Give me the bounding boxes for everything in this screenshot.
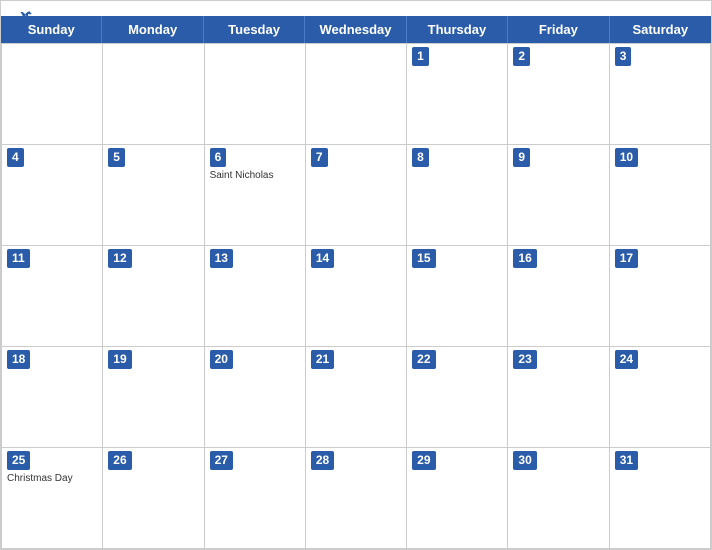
day-header-saturday: Saturday (610, 16, 711, 43)
day-number: 19 (108, 350, 131, 369)
day-cell: 25 Christmas Day (2, 448, 103, 549)
day-cell: 6 Saint Nicholas (205, 145, 306, 246)
day-number: 30 (513, 451, 536, 470)
day-cell: 0 (205, 44, 306, 145)
day-cell: 15 (407, 246, 508, 347)
day-cell: 14 (306, 246, 407, 347)
holiday-label: Saint Nicholas (210, 170, 300, 181)
day-cell: 10 (610, 145, 711, 246)
day-number: 16 (513, 249, 536, 268)
logo (16, 9, 34, 25)
day-cell: 28 (306, 448, 407, 549)
day-number: 27 (210, 451, 233, 470)
day-cell: 2 (508, 44, 609, 145)
day-number: 11 (7, 249, 30, 268)
day-number: 12 (108, 249, 131, 268)
calendar-grid: 0000123456Saint Nicholas7891011121314151… (1, 43, 711, 549)
day-number: 31 (615, 451, 638, 470)
day-number: 26 (108, 451, 131, 470)
day-cell: 18 (2, 347, 103, 448)
day-cell: 1 (407, 44, 508, 145)
day-number: 4 (7, 148, 24, 167)
day-number: 22 (412, 350, 435, 369)
day-headers-row: SundayMondayTuesdayWednesdayThursdayFrid… (1, 16, 711, 43)
day-cell: 29 (407, 448, 508, 549)
day-number: 1 (412, 47, 429, 66)
day-header-wednesday: Wednesday (305, 16, 406, 43)
day-number: 3 (615, 47, 632, 66)
day-number: 9 (513, 148, 530, 167)
day-number: 25 (7, 451, 30, 470)
day-cell: 19 (103, 347, 204, 448)
day-number: 18 (7, 350, 30, 369)
holiday-label: Christmas Day (7, 473, 97, 484)
day-cell: 27 (205, 448, 306, 549)
day-header-monday: Monday (102, 16, 203, 43)
day-cell: 4 (2, 145, 103, 246)
day-cell: 8 (407, 145, 508, 246)
day-number: 14 (311, 249, 334, 268)
day-cell: 24 (610, 347, 711, 448)
day-cell: 20 (205, 347, 306, 448)
day-number: 21 (311, 350, 334, 369)
day-header-thursday: Thursday (407, 16, 508, 43)
day-cell: 21 (306, 347, 407, 448)
day-cell: 13 (205, 246, 306, 347)
day-cell: 17 (610, 246, 711, 347)
day-number: 28 (311, 451, 334, 470)
day-number: 13 (210, 249, 233, 268)
calendar-header (1, 1, 711, 16)
day-number: 29 (412, 451, 435, 470)
day-number: 8 (412, 148, 429, 167)
day-cell: 30 (508, 448, 609, 549)
day-cell: 31 (610, 448, 711, 549)
day-number: 20 (210, 350, 233, 369)
day-cell: 23 (508, 347, 609, 448)
logo-blue-text (16, 9, 34, 25)
day-cell: 9 (508, 145, 609, 246)
day-number: 5 (108, 148, 125, 167)
day-number: 2 (513, 47, 530, 66)
day-cell: 16 (508, 246, 609, 347)
day-cell: 26 (103, 448, 204, 549)
day-number: 7 (311, 148, 328, 167)
day-cell: 5 (103, 145, 204, 246)
day-cell: 0 (103, 44, 204, 145)
logo-bird-icon (18, 9, 34, 25)
day-cell: 3 (610, 44, 711, 145)
day-number: 24 (615, 350, 638, 369)
day-number: 10 (615, 148, 638, 167)
calendar-container: SundayMondayTuesdayWednesdayThursdayFrid… (0, 0, 712, 550)
day-cell: 0 (306, 44, 407, 145)
day-number: 6 (210, 148, 227, 167)
day-cell: 22 (407, 347, 508, 448)
day-number: 23 (513, 350, 536, 369)
day-cell: 7 (306, 145, 407, 246)
day-number: 15 (412, 249, 435, 268)
day-cell: 11 (2, 246, 103, 347)
day-cell: 0 (2, 44, 103, 145)
day-number: 17 (615, 249, 638, 268)
day-header-tuesday: Tuesday (204, 16, 305, 43)
day-cell: 12 (103, 246, 204, 347)
day-header-friday: Friday (508, 16, 609, 43)
